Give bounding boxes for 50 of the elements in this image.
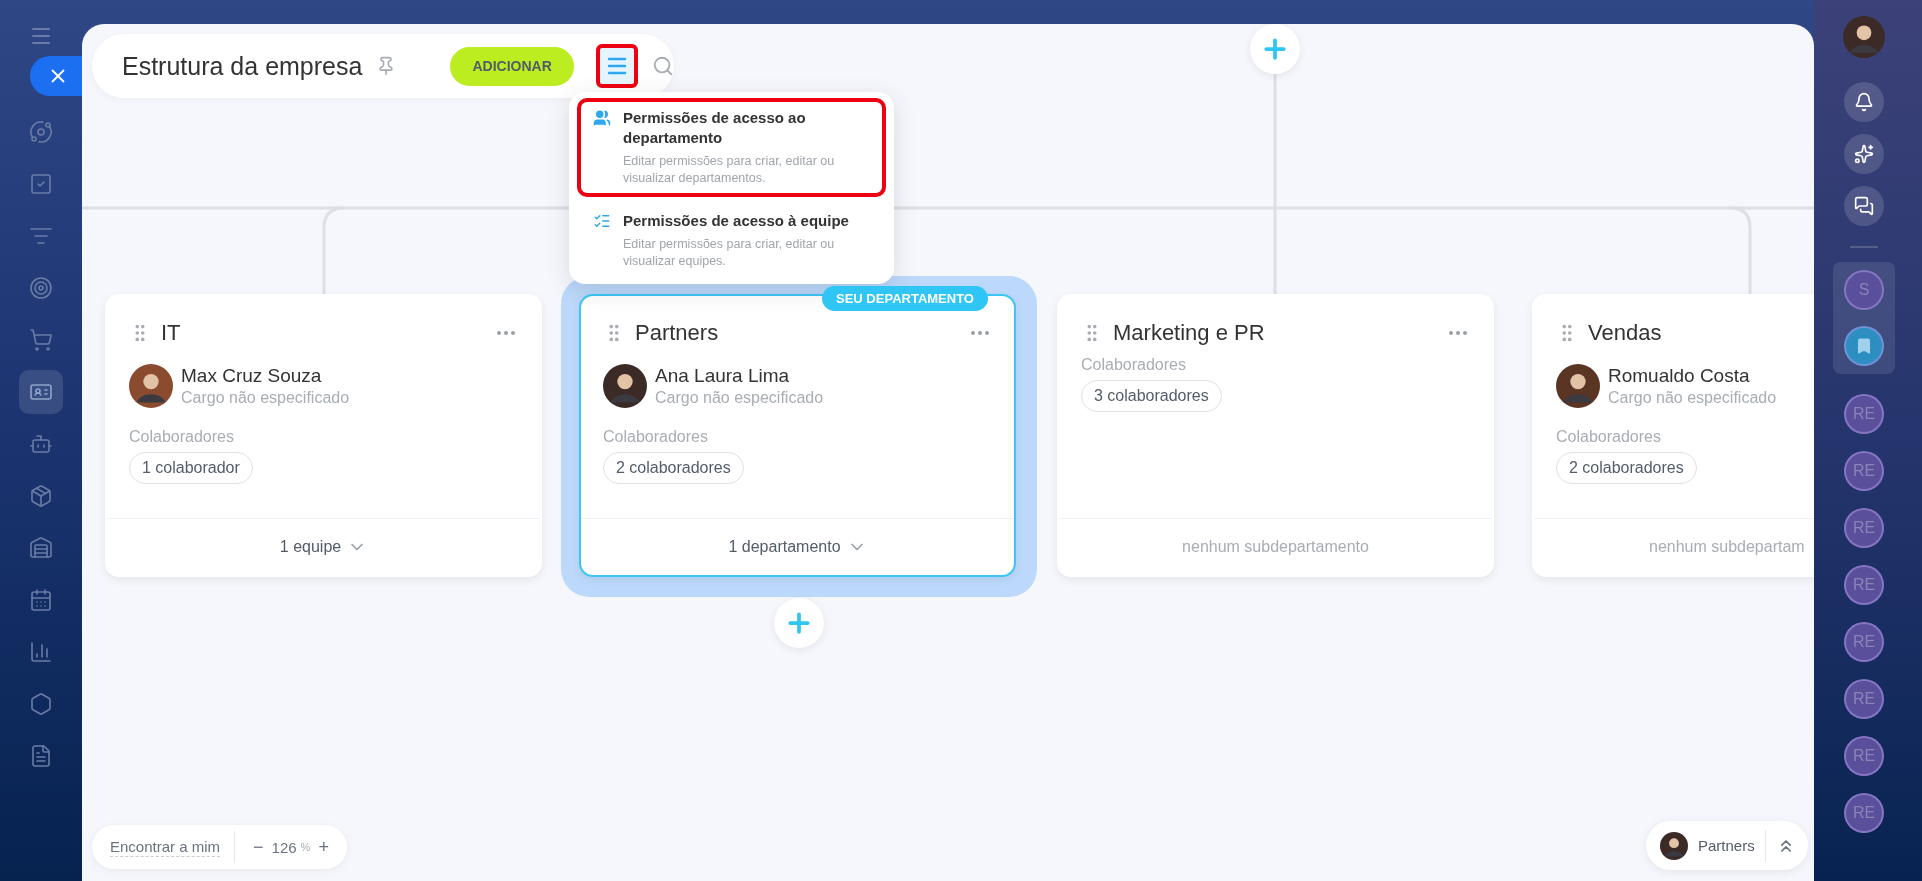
employees-label: Colaboradores [1081,356,1187,374]
avatar [1843,16,1885,58]
subdepartments-text: nenhum subdepartam [1649,538,1805,556]
avatar [1660,831,1688,860]
head-role: Cargo não especificado [1608,388,1777,408]
avatar [603,364,647,408]
department-title: Marketing e PR [1113,320,1266,346]
menu-item-title: Permissões de acesso à equipe [623,211,850,231]
menu-item[interactable]: Permissões de acesso à equipe Editar permissões para criar, editar ou visualizar equipes. [577,201,886,280]
menu-item-description: Editar permissões para criar, editar ou visualizar departamentos. [623,153,836,187]
head-role: Cargo não especificado [181,388,350,408]
chat-icon[interactable] [1844,186,1884,226]
close-button[interactable] [30,56,82,96]
menu-item-description: Editar permissões para criar, editar ou visualizar equipes. [623,236,836,270]
id-card-icon[interactable] [19,370,63,414]
current-department-name[interactable]: Partners [1698,837,1755,854]
department-badge: SEU DEPARTAMENTO [822,286,988,311]
menu-item-title: Permissões de acesso ao departamento [623,108,807,148]
department-title: IT [161,320,182,346]
zoom-in-button[interactable]: + [314,836,333,858]
menu-button[interactable] [595,44,638,88]
add-subdepartment-button[interactable] [774,598,824,648]
avatar [129,364,173,408]
list-icon [593,212,611,230]
department-title: Partners [635,320,720,346]
bell-icon[interactable] [1844,82,1884,122]
zoom-out-button[interactable]: − [249,836,268,858]
zoom-value: 126 [271,838,297,856]
subdepartments-text[interactable]: 1 equipe [279,538,342,556]
page-title: Estrutura da empresa [122,51,363,81]
add-button[interactable] [1250,24,1300,74]
subdepartments-text: nenhum subdepartamento [1182,538,1369,556]
avatar [1556,364,1600,408]
employees-label: Colaboradores [603,428,709,446]
employees-label: Colaboradores [1556,428,1662,446]
subdepartments-text[interactable]: 1 departamento [728,538,841,556]
users-icon [593,109,611,127]
zoom-unit: % [300,841,311,853]
bookmark-icon[interactable] [1844,326,1884,366]
add-button[interactable]: ADICIONAR [450,46,574,86]
sparkles-icon[interactable] [1844,134,1884,174]
find-me-link[interactable]: Encontrar a mim [110,837,221,857]
menu-item[interactable]: Permissões de acesso ao departamento Editar permissões para criar, editar ou visualizar departamentos. [577,98,886,197]
head-name: Ana Laura Lima [655,364,791,388]
head-name: Romualdo Costa [1608,364,1751,388]
head-name: Max Cruz Souza [181,364,323,388]
employees-label: Colaboradores [129,428,235,446]
department-title: Vendas [1588,320,1663,346]
head-role: Cargo não especificado [655,388,824,408]
search-icon[interactable] [652,55,674,77]
